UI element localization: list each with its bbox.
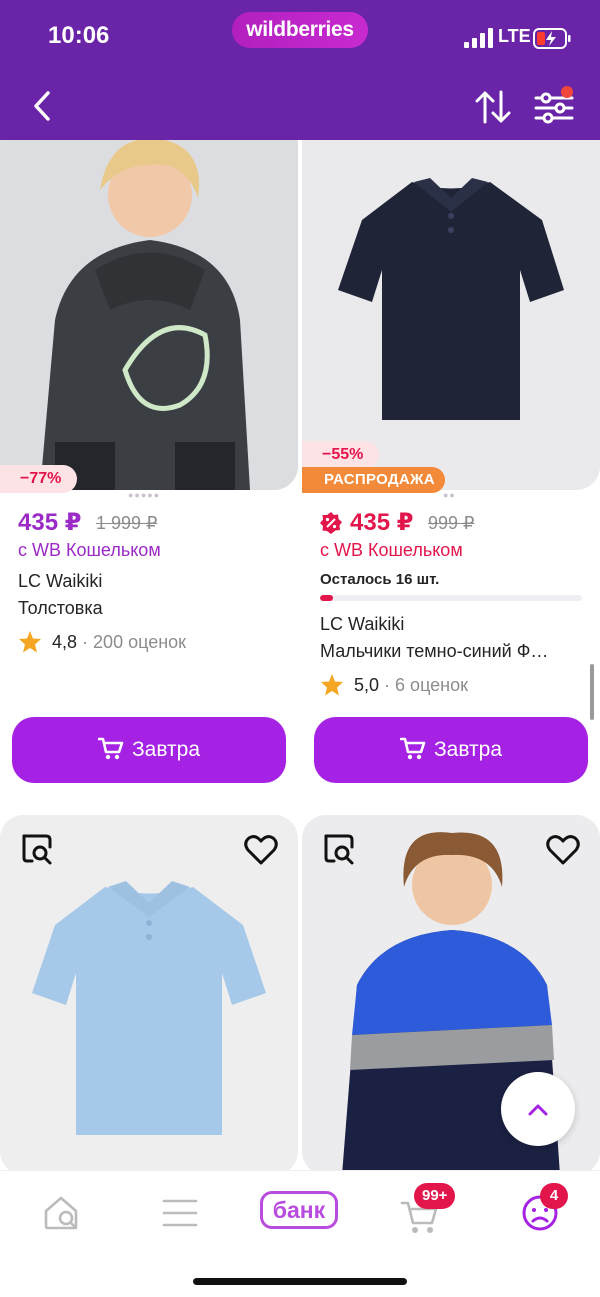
wallet-label: с WB Кошельком [320, 540, 463, 560]
heart-icon[interactable] [244, 833, 278, 867]
product-price: 435 ₽ [350, 509, 414, 536]
back-icon[interactable] [28, 88, 58, 124]
button-label: Завтра [433, 738, 503, 761]
product-name: Мальчики темно-синий Ф… [320, 641, 549, 661]
product-image[interactable] [0, 815, 298, 1170]
product-image[interactable] [0, 140, 298, 490]
product-rating: 4,8 · 200 оценок [52, 632, 186, 653]
old-price: 1 999 ₽ [96, 513, 158, 533]
product-card[interactable]: −77% ●●●●● 435 ₽ 1 999 ₽ с WB Кошельком … [0, 140, 298, 790]
image-pager: ●●●●● [128, 490, 161, 500]
scrollbar[interactable] [590, 664, 594, 720]
stock-left: Осталось 16 шт. [320, 571, 440, 588]
profile-badge: 4 [540, 1183, 568, 1209]
product-price: 435 ₽ [18, 509, 82, 536]
sort-icon[interactable] [474, 88, 512, 126]
bottom-tab-bar: банк 99+ 4 [0, 1170, 600, 1297]
light-blue-polo-photo [0, 815, 298, 1170]
cart-icon [399, 737, 426, 760]
reviews-count: · 6 оценок [384, 675, 469, 695]
cart-badge: 99+ [414, 1183, 456, 1209]
stock-bar [320, 595, 582, 601]
battery-icon [533, 28, 571, 49]
top-bar: 10:06 wildberries LTE [0, 0, 600, 140]
old-price: 999 ₽ [428, 513, 475, 533]
scroll-to-top-button[interactable] [501, 1072, 575, 1146]
discount-badge: −77% [0, 465, 78, 493]
product-name: Толстовка [18, 598, 103, 618]
add-to-cart-button[interactable]: Завтра [314, 717, 588, 783]
button-label: Завтра [131, 738, 201, 761]
wallet-label: с WB Кошельком [18, 540, 161, 560]
status-time: 10:06 [48, 22, 110, 49]
reviews-count: · 200 оценок [82, 632, 187, 652]
product-rating: 5,0 · 6 оценок [354, 675, 468, 696]
navy-polo-photo [302, 140, 600, 490]
product-card[interactable] [0, 815, 298, 1170]
discount-badge: −55% [302, 441, 380, 469]
home-indicator [193, 1278, 407, 1285]
image-pager: ●● [443, 490, 456, 500]
sale-badge: РАСПРОДАЖА [302, 467, 445, 493]
star-icon [19, 631, 41, 653]
search-photo-icon[interactable] [20, 833, 54, 867]
filter-icon[interactable] [534, 86, 574, 126]
product-brand: LC Waikiki [18, 571, 103, 591]
home-icon[interactable] [42, 1193, 82, 1233]
rating-value: 5,0 [354, 675, 380, 695]
catalog-icon[interactable] [160, 1193, 200, 1233]
network-label: LTE [498, 26, 531, 46]
wildberries-logo: wildberries [232, 12, 368, 48]
product-brand: LC Waikiki [320, 614, 405, 634]
cart-icon [97, 737, 124, 760]
heart-icon[interactable] [546, 833, 580, 867]
product-card[interactable]: −55% РАСПРОДАЖА ●● 435 ₽ 999 ₽ с WB Коше… [302, 140, 600, 790]
arrow-up-icon [528, 1104, 548, 1116]
rating-value: 4,8 [52, 632, 78, 652]
bank-tab[interactable]: банк [260, 1191, 338, 1229]
hoodie-boy-photo [0, 140, 298, 490]
wallet-discount-icon [320, 512, 342, 534]
product-image[interactable] [302, 140, 600, 490]
signal-icon [464, 28, 493, 48]
product-grid: −77% ●●●●● 435 ₽ 1 999 ₽ с WB Кошельком … [0, 140, 600, 1170]
stock-bar-fill [320, 595, 334, 601]
star-icon [321, 674, 343, 696]
add-to-cart-button[interactable]: Завтра [12, 717, 286, 783]
search-photo-icon[interactable] [322, 833, 356, 867]
